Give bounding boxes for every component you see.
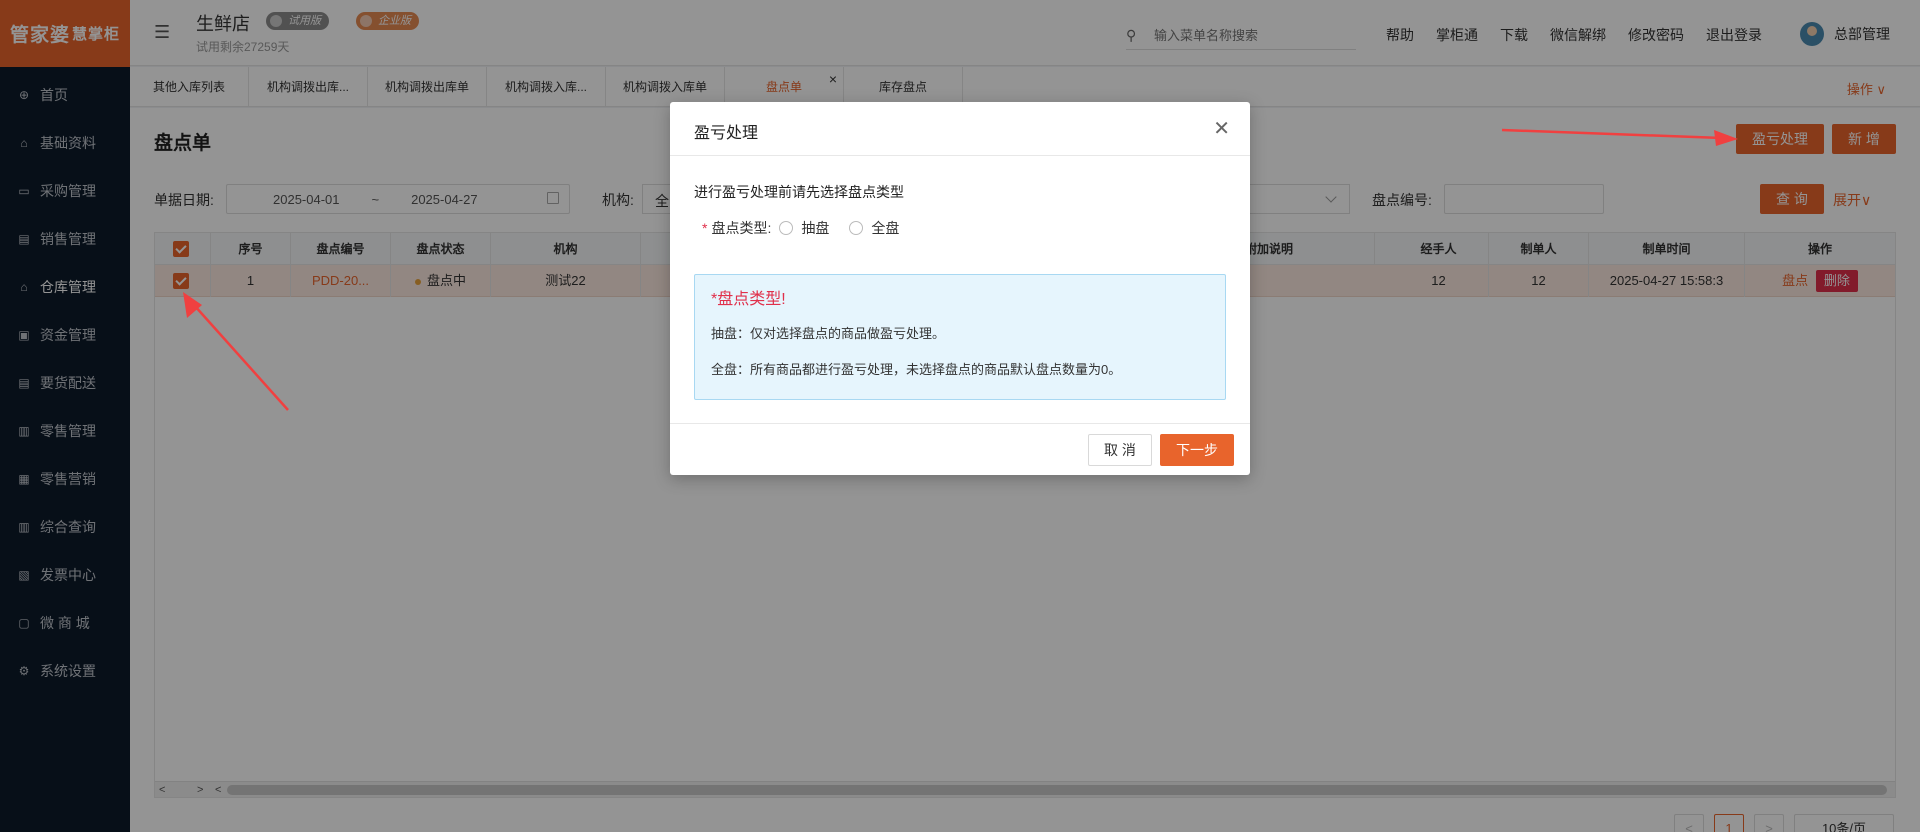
dialog-title: 盈亏处理 <box>694 125 759 142</box>
radio-full-label[interactable]: 全盘 <box>871 218 899 238</box>
stocktake-type-label: 盘点类型: <box>711 220 772 236</box>
loss-process-dialog: 盈亏处理 ✕ 进行盈亏处理前请先选择盘点类型 * 盘点类型: 抽盘 全盘 *盘点… <box>670 102 1250 475</box>
close-icon[interactable]: ✕ <box>1213 116 1230 141</box>
info-partial: 抽盘：仅对选择盘点的商品做盈亏处理。 <box>711 326 946 341</box>
info-box: *盘点类型! 抽盘：仅对选择盘点的商品做盈亏处理。 全盘：所有商品都进行盈亏处理… <box>694 274 1226 400</box>
stocktake-type-field: * 盘点类型: 抽盘 全盘 <box>702 218 911 238</box>
info-title: *盘点类型! <box>711 291 786 308</box>
info-full: 全盘：所有商品都进行盈亏处理，未选择盘点的商品默认盘点数量为0。 <box>711 362 1122 377</box>
cancel-button[interactable]: 取 消 <box>1088 434 1152 466</box>
dialog-header: 盈亏处理 ✕ <box>670 102 1250 156</box>
required-mark: * <box>702 220 708 236</box>
dialog-description: 进行盈亏处理前请先选择盘点类型 <box>694 184 904 200</box>
dialog-footer: 取 消 下一步 <box>670 423 1250 475</box>
radio-partial-label[interactable]: 抽盘 <box>801 218 829 238</box>
next-button[interactable]: 下一步 <box>1160 434 1234 466</box>
radio-partial[interactable] <box>779 221 794 235</box>
radio-full[interactable] <box>849 221 864 235</box>
